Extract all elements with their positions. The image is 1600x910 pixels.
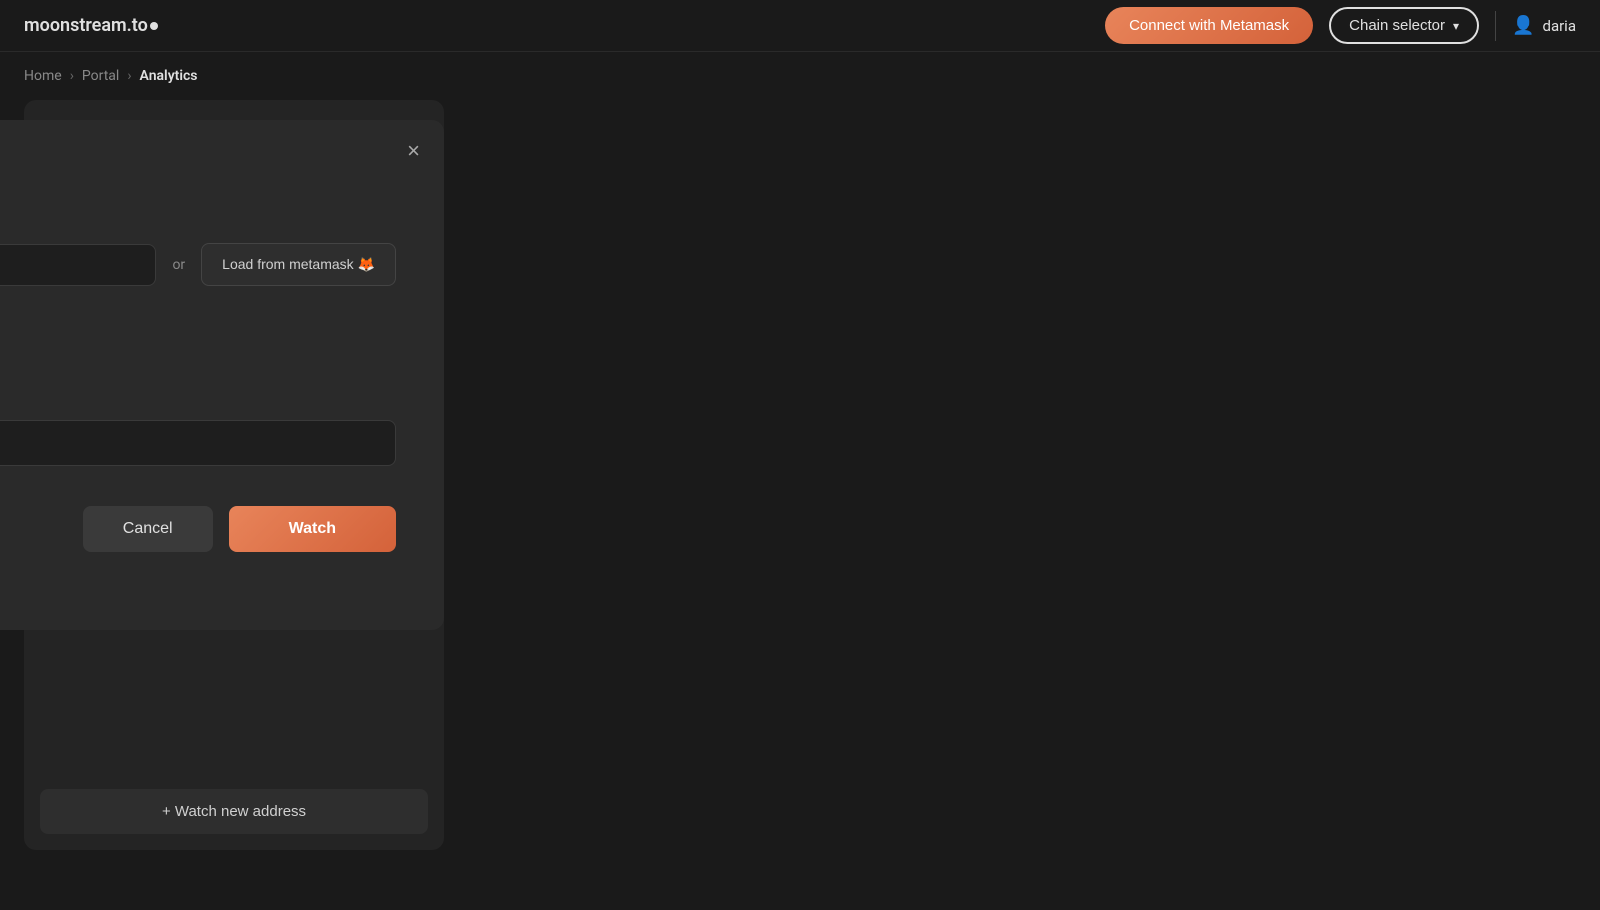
username: daria <box>1542 17 1576 35</box>
breadcrumb: Home › Portal › Analytics <box>0 52 1600 100</box>
header-right: Connect with Metamask Chain selector ▾ 👤… <box>1105 7 1576 44</box>
title-section: Title <box>0 390 396 466</box>
cancel-button[interactable]: Cancel <box>83 506 213 552</box>
chain-selector-button[interactable]: Chain selector ▾ <box>1329 7 1479 44</box>
modal-overlay: Watch new address × Address or Load from… <box>0 100 444 906</box>
address-section: Address or Load from metamask 🦊 <box>0 213 396 286</box>
chain-selector-label: Chain selector <box>1349 17 1445 34</box>
address-label: Address <box>0 213 396 231</box>
user-icon: 👤 <box>1512 15 1534 36</box>
address-input[interactable] <box>0 244 156 286</box>
user-section: 👤 daria <box>1512 15 1576 36</box>
page-body: Addresses 🔍 Polygon ⛓ Sunflower Land Pol… <box>24 100 444 906</box>
header: moonstream.to Connect with Metamask Chai… <box>0 0 1600 52</box>
logo-dot <box>150 22 158 30</box>
modal-title: Watch new address <box>0 156 396 181</box>
breadcrumb-home[interactable]: Home <box>24 68 62 84</box>
breadcrumb-portal[interactable]: Portal <box>82 68 119 84</box>
watch-address-modal: Watch new address × Address or Load from… <box>0 120 444 630</box>
title-input[interactable] <box>0 420 396 466</box>
breadcrumb-sep-1: › <box>70 68 74 84</box>
header-divider <box>1495 11 1496 41</box>
modal-close-button[interactable]: × <box>407 140 420 162</box>
account-type-row: Smart contract Regular account <box>0 344 396 362</box>
or-separator: or <box>172 257 185 273</box>
account-type-section: Account type Smart contract Regular acco… <box>0 314 396 362</box>
modal-actions: Cancel Watch <box>0 506 396 552</box>
watch-button[interactable]: Watch <box>229 506 396 552</box>
breadcrumb-current: Analytics <box>140 68 198 84</box>
connect-metamask-button[interactable]: Connect with Metamask <box>1105 7 1313 44</box>
main-content: Addresses 🔍 Polygon ⛓ Sunflower Land Pol… <box>0 100 1600 906</box>
account-type-label: Account type <box>0 314 396 332</box>
breadcrumb-sep-2: › <box>127 68 131 84</box>
address-input-row: or Load from metamask 🦊 <box>0 243 396 286</box>
title-label: Title <box>0 390 396 408</box>
logo: moonstream.to <box>24 15 1105 36</box>
chevron-down-icon: ▾ <box>1453 19 1459 33</box>
load-metamask-button[interactable]: Load from metamask 🦊 <box>201 243 396 286</box>
